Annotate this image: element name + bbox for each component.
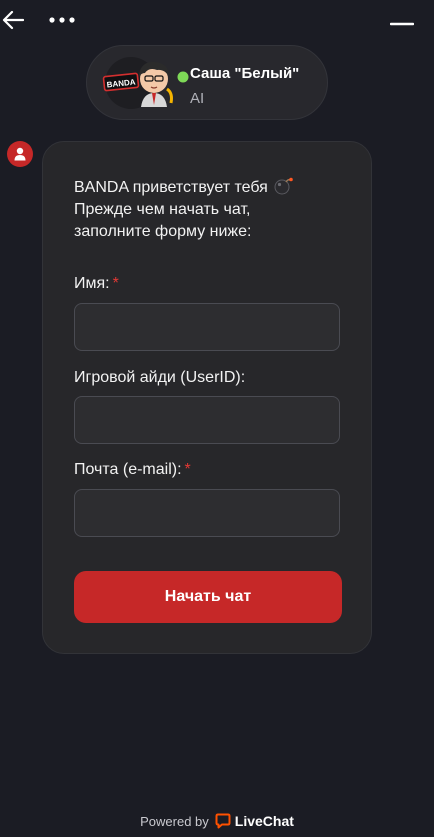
minimize-icon	[390, 22, 414, 26]
top-bar	[0, 0, 434, 40]
greeting-line-3: заполните форму ниже:	[74, 223, 252, 240]
email-field-label: Почта (e-mail): *	[74, 461, 191, 479]
bot-avatar	[7, 141, 33, 167]
livechat-brand-text: LiveChat	[234, 813, 294, 829]
chat-window: BANDA Саша "Белый" AI BANDA приветствует…	[0, 0, 434, 837]
required-marker: *	[184, 461, 191, 478]
agent-role: AI	[190, 90, 205, 107]
userid-label-text: Игровой айди (UserID):	[74, 369, 246, 386]
livechat-logo-icon	[215, 813, 231, 829]
email-label-text: Почта (e-mail):	[74, 461, 182, 478]
greeting-message: BANDA приветствует тебя Прежде чем начат…	[74, 177, 354, 243]
name-field-label: Имя: *	[74, 275, 119, 293]
agent-name: Саша "Белый"	[190, 65, 300, 82]
agent-avatar: BANDA	[101, 55, 191, 111]
required-marker: *	[112, 275, 119, 292]
minimize-button[interactable]	[388, 12, 416, 36]
prechat-form-card: BANDA приветствует тебя Прежде чем начат…	[42, 141, 372, 654]
powered-by-footer[interactable]: Powered by LiveChat	[0, 810, 434, 832]
userid-input[interactable]	[74, 396, 340, 444]
banda-logo: BANDA	[102, 72, 140, 92]
greeting-line-1: BANDA приветствует тебя	[74, 179, 268, 196]
powered-by-text: Powered by	[140, 813, 209, 829]
name-input[interactable]	[74, 303, 340, 351]
more-horizontal-icon	[49, 17, 75, 23]
userid-field-label: Игровой айди (UserID):	[74, 369, 245, 387]
user-icon	[14, 147, 26, 161]
back-button[interactable]	[0, 6, 26, 34]
name-label-text: Имя:	[74, 275, 110, 292]
agent-header: BANDA Саша "Белый" AI	[86, 45, 328, 120]
livechat-brand: LiveChat	[215, 813, 294, 829]
more-options-button[interactable]	[46, 8, 78, 32]
start-chat-button[interactable]: Начать чат	[74, 571, 342, 623]
email-input[interactable]	[74, 489, 340, 537]
greeting-line-2: Прежде чем начать чат,	[74, 201, 251, 218]
arrow-left-icon	[2, 10, 24, 30]
bomb-icon	[274, 177, 294, 195]
